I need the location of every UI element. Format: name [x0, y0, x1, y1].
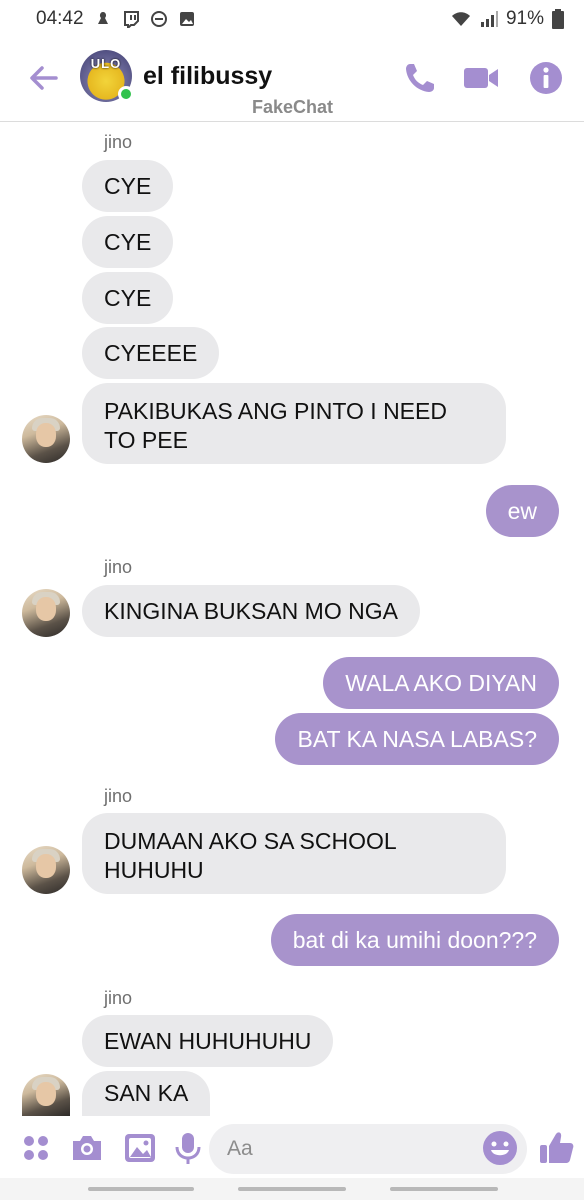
message-bubble-outgoing[interactable]: WALA AKO DIYAN — [323, 657, 559, 709]
sender-name: jino — [104, 557, 133, 577]
message-bubble-incoming[interactable]: DUMAAN AKO SA SCHOOL HUHUHU — [82, 813, 506, 894]
chat-title[interactable]: el filibussy — [143, 62, 272, 91]
message-bubble-incoming[interactable]: SAN KA — [82, 1071, 211, 1116]
message-bubble-incoming[interactable]: CYE — [82, 216, 174, 268]
emoji-icon[interactable] — [481, 1129, 519, 1167]
wifi-icon — [451, 12, 470, 26]
message-bubble-outgoing[interactable]: bat di ka umihi doon??? — [270, 914, 559, 966]
battery-percent: 91% — [505, 8, 544, 29]
nav-back-pill[interactable] — [390, 1187, 498, 1191]
message-bubble-incoming[interactable]: KINGINA BUKSAN MO NGA — [82, 585, 420, 637]
contact-avatar[interactable] — [22, 589, 70, 637]
watermark: FakeChat — [252, 97, 334, 117]
sender-name: jino — [104, 132, 133, 152]
contact-avatar[interactable] — [22, 1074, 70, 1116]
message-bubble-outgoing[interactable]: ew — [485, 485, 559, 537]
signal-icon — [480, 11, 498, 27]
sender-name: jino — [104, 988, 133, 1008]
contact-avatar[interactable] — [22, 846, 70, 894]
nav-home-pill[interactable] — [238, 1187, 346, 1191]
message-composer — [0, 1120, 584, 1178]
info-icon[interactable] — [528, 60, 564, 96]
apps-icon[interactable] — [18, 1130, 54, 1166]
message-bubble-incoming[interactable]: EWAN HUHUHUHU — [82, 1015, 334, 1067]
phone-icon[interactable] — [402, 60, 438, 96]
video-icon[interactable] — [462, 60, 500, 96]
system-navigation-bar — [0, 1178, 584, 1200]
do-not-disturb-icon — [150, 11, 167, 27]
image-icon[interactable] — [122, 1130, 158, 1166]
chat-header: ULO el filibussy FakeChat — [0, 38, 584, 122]
gallery-icon — [179, 12, 194, 26]
message-bubble-incoming[interactable]: CYE — [82, 272, 174, 324]
message-bubble-outgoing[interactable]: BAT KA NASA LABAS? — [275, 713, 559, 765]
thumbs-up-icon[interactable] — [537, 1128, 575, 1166]
message-bubble-incoming[interactable]: CYE — [82, 160, 174, 212]
online-status-dot — [118, 86, 134, 102]
twitch-icon — [123, 11, 139, 28]
camera-icon[interactable] — [69, 1130, 105, 1166]
message-bubble-incoming[interactable]: CYEEEE — [82, 327, 220, 379]
nav-recent-pill[interactable] — [88, 1187, 194, 1191]
notification-app-icon — [97, 12, 108, 24]
message-bubble-incoming[interactable]: PAKIBUKAS ANG PINTO I NEED TO PEE — [82, 383, 506, 464]
status-time: 04:42 — [36, 8, 84, 29]
message-input[interactable] — [209, 1124, 527, 1174]
group-avatar[interactable]: ULO — [80, 50, 134, 102]
back-arrow-icon[interactable] — [26, 60, 62, 96]
status-bar: 04:42 91% — [0, 0, 584, 38]
microphone-icon[interactable] — [170, 1130, 206, 1166]
battery-icon — [552, 9, 564, 29]
contact-avatar[interactable] — [22, 415, 70, 463]
sender-name: jino — [104, 786, 133, 806]
group-avatar-text: ULO — [90, 56, 122, 71]
